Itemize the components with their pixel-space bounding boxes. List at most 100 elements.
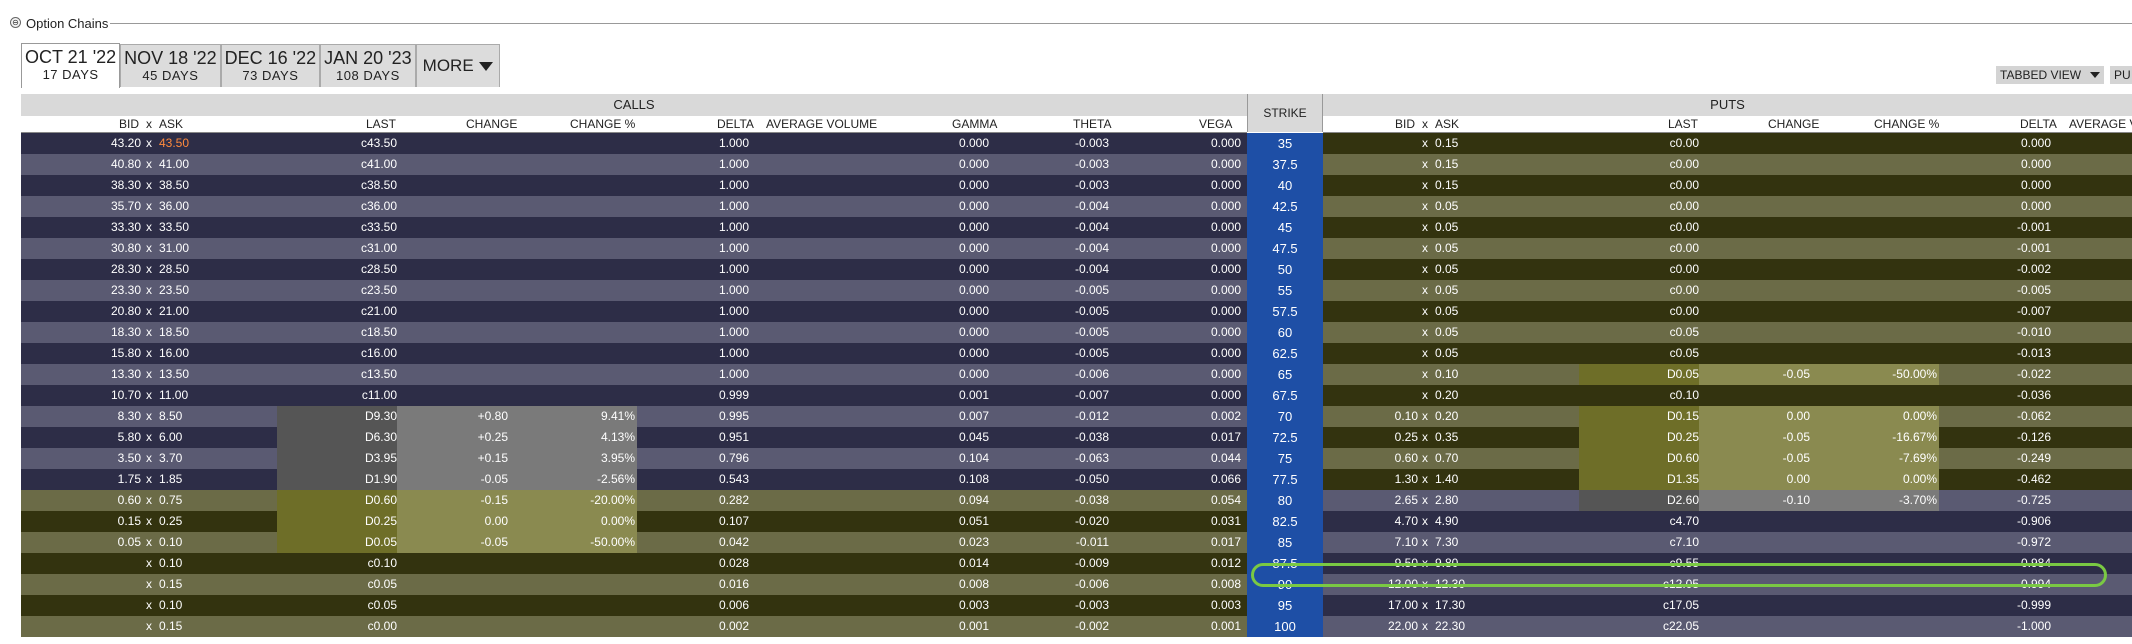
call-change-pct [508, 343, 635, 364]
more-expiries-button[interactable]: MORE [415, 44, 500, 87]
col-last[interactable]: LAST [1668, 116, 1698, 132]
put-change: -0.10 [1782, 493, 1810, 507]
col-ask[interactable]: ASK [1435, 116, 1459, 132]
tab-days: 17 DAYS [42, 67, 99, 82]
put-ask: 17.30 [1435, 598, 1466, 612]
put-last: c0.00 [1669, 220, 1699, 234]
puts-view-button[interactable]: PU [2110, 66, 2132, 84]
strike-cell[interactable]: 35 [1247, 133, 1323, 154]
call-change-pct [508, 175, 635, 196]
col-delta[interactable]: DELTA [717, 116, 754, 132]
col-change[interactable]: CHANGE [1768, 116, 1819, 132]
strike-cell[interactable]: 67.5 [1247, 385, 1323, 406]
strike-cell[interactable]: 60 [1247, 322, 1323, 343]
call-vega: 0.001 [1210, 619, 1241, 633]
table-row[interactable]: 35.70 x 36.00 c36.00 1.000 0.000 -0.004 0.000 42… [21, 196, 2132, 217]
table-row[interactable]: 3.50 x 3.70 D3.95 +0.15 3.95% 0.796 0.104 -0.063… [21, 448, 2132, 469]
collapse-icon[interactable]: ⊖ [10, 17, 21, 28]
table-row[interactable]: x 0.10 c0.05 0.006 0.003 -0.003 0.003 95 17.00 x 1… [21, 595, 2132, 616]
table-row[interactable]: 43.20 x 43.50 c43.50 1.000 0.000 -0.003 0.000 35… [21, 133, 2132, 154]
tab-expiry-dec[interactable]: DEC 16 '22 73 DAYS [220, 44, 321, 87]
call-ask: 0.25 [159, 514, 183, 528]
put-last: c22.05 [1662, 619, 1699, 633]
col-change[interactable]: CHANGE [466, 116, 517, 132]
strike-cell[interactable]: 80 [1247, 490, 1323, 511]
put-ask: 0.05 [1435, 262, 1459, 276]
table-row[interactable]: 40.80 x 41.00 c41.00 1.000 0.000 -0.003 0.000 37… [21, 154, 2132, 175]
table-row[interactable]: 5.80 x 6.00 D6.30 +0.25 4.13% 0.951 0.045 -0.038… [21, 427, 2132, 448]
strike-cell[interactable]: 42.5 [1247, 196, 1323, 217]
col-bid[interactable]: BID [119, 116, 139, 132]
col-ask[interactable]: ASK [159, 116, 183, 132]
call-change-pct [508, 280, 635, 301]
col-vega[interactable]: VEGA [1199, 116, 1232, 132]
tab-expiry-jan[interactable]: JAN 20 '23 108 DAYS [320, 44, 416, 87]
col-theta[interactable]: THETA [1073, 116, 1111, 132]
call-vega: 0.000 [1210, 346, 1241, 360]
tab-expiry-oct[interactable]: OCT 21 '22 17 DAYS [21, 43, 121, 88]
table-row[interactable]: 0.05 x 0.10 D0.05 -0.05 -50.00% 0.042 0.023 -0.0… [21, 532, 2132, 553]
put-bid [1343, 133, 1418, 154]
view-mode-select[interactable]: TABBED VIEW [1996, 66, 2104, 84]
strike-cell[interactable]: 95 [1247, 595, 1323, 616]
table-row[interactable]: 28.30 x 28.50 c28.50 1.000 0.000 -0.004 0.000 50… [21, 259, 2132, 280]
call-bid [61, 553, 141, 574]
col-change-pct[interactable]: CHANGE % [1874, 116, 1939, 132]
table-row[interactable]: 20.80 x 21.00 c21.00 1.000 0.000 -0.005 0.000 57… [21, 301, 2132, 322]
strike-cell[interactable]: 70 [1247, 406, 1323, 427]
strike-cell[interactable]: 65 [1247, 364, 1323, 385]
table-row[interactable]: 33.30 x 33.50 c33.50 1.000 0.000 -0.004 0.000 45… [21, 217, 2132, 238]
table-row[interactable]: 23.30 x 23.50 c23.50 1.000 0.000 -0.005 0.000 55… [21, 280, 2132, 301]
put-bid [1343, 175, 1418, 196]
panel-title-bar: ⊖ Option Chains [0, 0, 2132, 31]
col-gamma[interactable]: GAMMA [952, 116, 997, 132]
strike-cell[interactable]: 37.5 [1247, 154, 1323, 175]
strike-cell[interactable]: 50 [1247, 259, 1323, 280]
table-row[interactable]: 0.60 x 0.75 D0.60 -0.15 -20.00% 0.282 0.094 -0.0… [21, 490, 2132, 511]
col-bid[interactable]: BID [1395, 116, 1415, 132]
strike-cell[interactable]: 82.5 [1247, 511, 1323, 532]
strike-cell[interactable]: 85 [1247, 532, 1323, 553]
col-avg-volume[interactable]: AVERAGE V [2069, 116, 2132, 132]
strike-cell[interactable]: 40 [1247, 175, 1323, 196]
put-change [1699, 301, 1810, 322]
call-delta: 0.995 [718, 409, 749, 423]
call-ask: 0.10 [159, 598, 183, 612]
col-avg-volume[interactable]: AVERAGE VOLUME [766, 116, 877, 132]
table-row[interactable]: 18.30 x 18.50 c18.50 1.000 0.000 -0.005 0.000 60… [21, 322, 2132, 343]
strike-cell[interactable]: 77.5 [1247, 469, 1323, 490]
table-row[interactable]: 30.80 x 31.00 c31.00 1.000 0.000 -0.004 0.000 47… [21, 238, 2132, 259]
col-change-pct[interactable]: CHANGE % [570, 116, 635, 132]
table-row[interactable]: 8.30 x 8.50 D9.30 +0.80 9.41% 0.995 0.007 -0.012… [21, 406, 2132, 427]
strike-cell[interactable]: 100 [1247, 616, 1323, 637]
table-row[interactable]: 38.30 x 38.50 c38.50 1.000 0.000 -0.003 0.000 40… [21, 175, 2132, 196]
strike-cell[interactable]: 62.5 [1247, 343, 1323, 364]
call-theta: -0.005 [1074, 346, 1109, 360]
table-row[interactable]: x 0.15 c0.00 0.002 0.001 -0.002 0.001 100 22.00 x… [21, 616, 2132, 637]
put-bid [1343, 154, 1418, 175]
tab-expiry-nov[interactable]: NOV 18 '22 45 DAYS [120, 44, 221, 87]
strike-cell[interactable]: 45 [1247, 217, 1323, 238]
table-row[interactable]: 13.30 x 13.50 c13.50 1.000 0.000 -0.006 0.000 65… [21, 364, 2132, 385]
strike-cell[interactable]: 57.5 [1247, 301, 1323, 322]
tab-date: NOV 18 '22 [124, 48, 217, 68]
call-ask: 3.70 [159, 451, 183, 465]
col-delta[interactable]: DELTA [2020, 116, 2057, 132]
table-row[interactable]: 0.15 x 0.25 D0.25 0.00 0.00% 0.107 0.051 -0.020 0… [21, 511, 2132, 532]
table-row[interactable]: 1.75 x 1.85 D1.90 -0.05 -2.56% 0.543 0.108 -0.05… [21, 469, 2132, 490]
strike-cell[interactable]: 75 [1247, 448, 1323, 469]
call-vega: 0.000 [1210, 178, 1241, 192]
strike-cell[interactable]: 72.5 [1247, 427, 1323, 448]
put-x: x [1422, 388, 1428, 402]
put-change [1699, 238, 1810, 259]
table-row[interactable]: 10.70 x 11.00 c11.00 0.999 0.001 -0.007 0.000 67… [21, 385, 2132, 406]
call-change: +0.25 [477, 430, 508, 444]
call-theta: -0.009 [1074, 556, 1109, 570]
strike-cell[interactable]: 47.5 [1247, 238, 1323, 259]
call-ask: 0.10 [159, 535, 183, 549]
table-row[interactable]: 15.80 x 16.00 c16.00 1.000 0.000 -0.005 0.000 62… [21, 343, 2132, 364]
col-last[interactable]: LAST [366, 116, 396, 132]
put-change-pct: -50.00% [1892, 367, 1937, 381]
strike-cell[interactable]: 55 [1247, 280, 1323, 301]
call-x: x [146, 388, 152, 402]
